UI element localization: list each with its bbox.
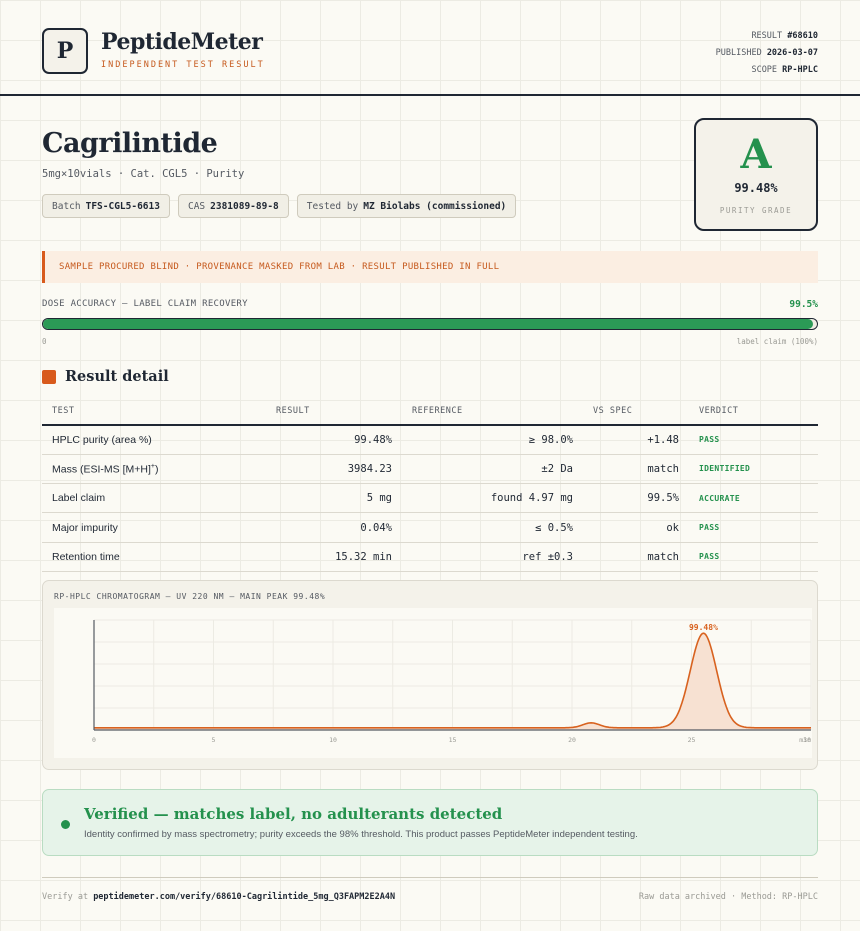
- cell-result: 0.04%: [266, 512, 402, 543]
- cell-vs-spec: 99.5%: [583, 483, 689, 514]
- verified-title: Verified — matches label, no adulterants…: [84, 805, 503, 823]
- chip-label: CAS: [187, 200, 206, 212]
- cell-vs-spec: +1.48: [583, 425, 689, 455]
- table-row: Mass (ESI-MS [M+H]+) 3984.23 ±2 Da match…: [42, 454, 818, 485]
- dose-min-label: 0: [42, 337, 47, 346]
- verify-label: Verify at: [42, 892, 89, 902]
- product-title: Cagrilintide: [42, 128, 218, 159]
- purity-grade-card: A 99.48% PURITY GRADE: [694, 118, 818, 231]
- dose-progress-bar: [42, 318, 818, 330]
- brand-logo: P: [42, 28, 88, 74]
- cell-verdict: PASS: [689, 512, 818, 543]
- brand-name: PeptideMeter: [101, 29, 263, 55]
- cell-test: HPLC purity (area %): [42, 425, 266, 455]
- x-tick-label: 5: [212, 736, 216, 744]
- section-title: Result detail: [65, 368, 169, 385]
- verify-link[interactable]: peptidemeter.com/verify/68610-Cagrilinti…: [93, 892, 395, 902]
- chip-value: MZ Biolabs (commissioned): [363, 200, 507, 212]
- dose-accuracy-label: DOSE ACCURACY — LABEL CLAIM RECOVERY: [42, 299, 248, 309]
- footer-verify: Verify at peptidemeter.com/verify/68610-…: [42, 892, 395, 902]
- dose-max-label: label claim (100%): [736, 337, 818, 346]
- footer-divider: [42, 877, 818, 878]
- cell-test: Mass (ESI-MS [M+H]+): [42, 454, 266, 485]
- footer-method: Raw data archived · Method: RP-HPLC: [638, 892, 818, 902]
- x-tick-label: 0: [92, 736, 96, 744]
- header: P PeptideMeter INDEPENDENT TEST RESULT R…: [0, 0, 860, 96]
- col-verdict: VERDICT: [689, 398, 818, 426]
- brand-tagline: INDEPENDENT TEST RESULT: [101, 60, 265, 70]
- cell-verdict: PASS: [689, 542, 818, 572]
- chromatogram-title: RP-HPLC CHROMATOGRAM — UV 220 NM — MAIN …: [54, 592, 326, 601]
- dose-progress-fill: [43, 319, 814, 329]
- dose-accuracy-value: 99.5%: [789, 299, 818, 310]
- cas-chip: CAS 2381089-89-8: [177, 194, 289, 218]
- table-header-row: TEST RESULT REFERENCE VS SPEC VERDICT: [42, 398, 818, 426]
- published-date: 2026-03-07: [766, 48, 818, 58]
- result-detail-heading: Result detail: [42, 368, 169, 385]
- cell-reference: found 4.97 mg: [402, 483, 583, 514]
- table-row: HPLC purity (area %) 99.48% ≥ 98.0% +1.4…: [42, 425, 818, 455]
- grade-value: 99.48%: [734, 181, 778, 195]
- cell-result: 15.32 min: [266, 542, 402, 572]
- x-tick-label: 20: [568, 736, 576, 744]
- cell-vs-spec: match: [583, 454, 689, 485]
- col-test: TEST: [42, 398, 266, 426]
- x-tick-label: 25: [688, 736, 696, 744]
- chromatogram-chart: 0 5 10 15 20 25 30min99.48%: [92, 619, 812, 744]
- verified-dot-icon: [61, 820, 70, 829]
- x-unit-label: min: [799, 736, 811, 744]
- grade-letter: A: [740, 131, 772, 178]
- results-table: TEST RESULT REFERENCE VS SPEC VERDICT HP…: [42, 398, 818, 572]
- batch-chip: Batch TFS-CGL5-6613: [42, 194, 170, 218]
- cell-test-end: ): [154, 463, 159, 476]
- col-result: RESULT: [266, 398, 402, 426]
- product-chips: Batch TFS-CGL5-6613 CAS 2381089-89-8 Teste…: [42, 194, 517, 218]
- col-reference: REFERENCE: [402, 398, 583, 426]
- chip-label: Tested by: [306, 200, 359, 212]
- scope-label: SCOPE: [751, 65, 778, 75]
- peak-annotation: 99.48%: [689, 623, 718, 632]
- cell-vs-spec: ok: [583, 512, 689, 543]
- grade-label: PURITY GRADE: [719, 206, 793, 215]
- chip-label: Batch: [52, 200, 81, 212]
- cell-reference: ±2 Da: [402, 454, 583, 485]
- published-label: PUBLISHED: [715, 48, 762, 58]
- cell-result: 99.48%: [266, 425, 402, 455]
- chip-value: TFS-CGL5-6613: [85, 200, 160, 212]
- result-label: RESULT: [751, 31, 783, 41]
- section-marker-icon: [42, 369, 56, 384]
- result-meta: RESULT #68610 PUBLISHED 2026-03-07 SCOPE…: [716, 28, 818, 79]
- chromatogram-plot-area: 0 5 10 15 20 25 30 min 99.48%: [54, 608, 812, 758]
- table-row: Label claim 5 mg found 4.97 mg 99.5% ACC…: [42, 483, 818, 514]
- col-vs-spec: VS SPEC: [583, 398, 689, 426]
- scope-value: RP-HPLC: [782, 65, 818, 75]
- cell-result: 3984.23: [266, 454, 402, 485]
- cell-reference: ≤ 0.5%: [402, 512, 583, 543]
- cell-vs-spec: match: [583, 542, 689, 572]
- cell-reference: ref ±0.3: [402, 542, 583, 572]
- cell-reference: ≥ 98.0%: [402, 425, 583, 455]
- verified-text: Identity confirmed by mass spectrometry;…: [84, 829, 638, 840]
- cell-test-text: Mass (ESI-MS [M+H]: [52, 463, 151, 476]
- product-subtitle: 5mg×10vials · Cat. CGL5 · Purity: [42, 168, 245, 180]
- x-tick-label: 10: [329, 736, 337, 744]
- cell-test: Label claim: [42, 483, 266, 514]
- result-id: #68610: [787, 31, 818, 41]
- x-tick-label: 15: [449, 736, 457, 744]
- cell-test: Retention time: [42, 542, 266, 572]
- blind-sample-notice: SAMPLE PROCURED BLIND · PROVENANCE MASKE…: [42, 251, 818, 283]
- cell-verdict: PASS: [689, 425, 818, 455]
- cell-verdict: IDENTIFIED: [689, 454, 818, 485]
- tested-by-chip: Tested by MZ Biolabs (commissioned): [296, 194, 517, 218]
- chip-value: 2381089-89-8: [210, 200, 279, 212]
- table-row: Major impurity 0.04% ≤ 0.5% ok PASS: [42, 512, 818, 543]
- cell-test: Major impurity: [42, 512, 266, 543]
- table-row: Retention time 15.32 min ref ±0.3 match …: [42, 542, 818, 572]
- cell-verdict: ACCURATE: [689, 483, 818, 514]
- cell-result: 5 mg: [266, 483, 402, 514]
- verified-banner: Verified — matches label, no adulterants…: [42, 789, 818, 856]
- chromatogram-panel: RP-HPLC CHROMATOGRAM — UV 220 NM — MAIN …: [42, 580, 818, 770]
